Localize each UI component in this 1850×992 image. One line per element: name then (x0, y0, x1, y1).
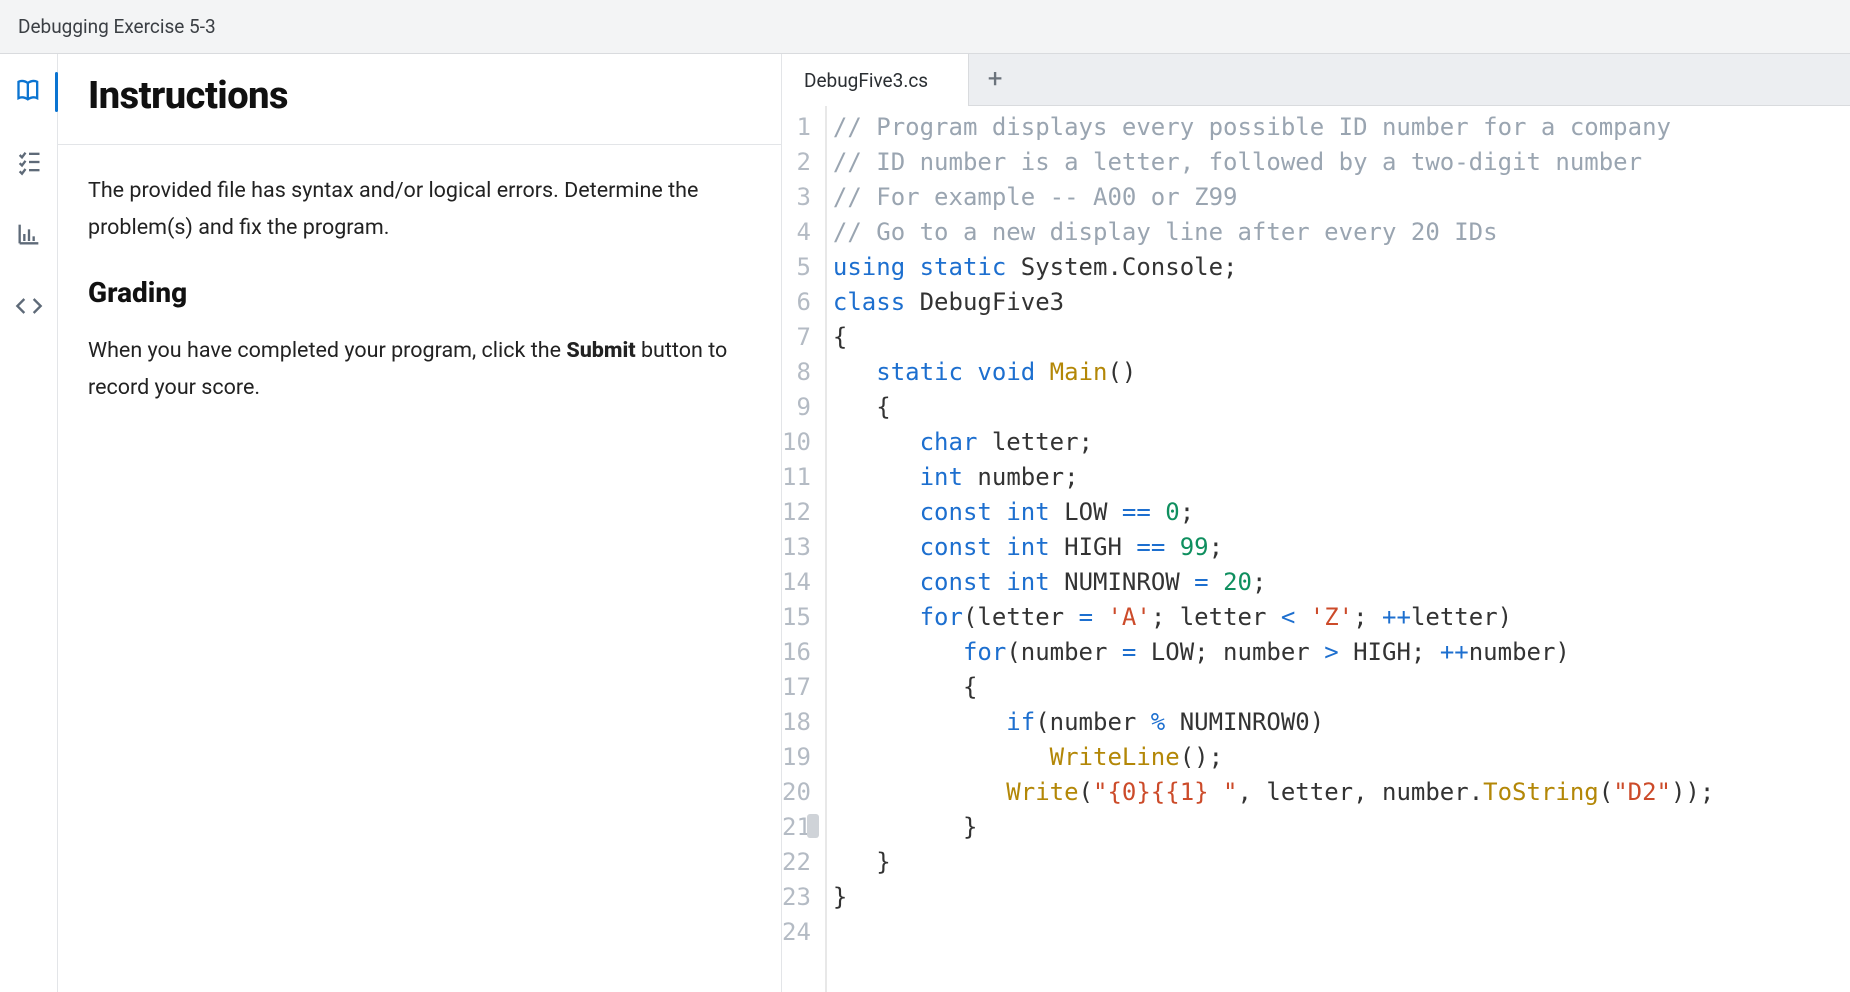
line-number: 7 (782, 320, 815, 355)
rail-chart[interactable] (0, 214, 58, 258)
editor-tabstrip: DebugFive3.cs + (782, 54, 1850, 106)
line-number: 15 (782, 600, 815, 635)
code-line[interactable]: } (833, 810, 1714, 845)
editor-panel: DebugFive3.cs + 123456789101112131415161… (782, 54, 1850, 992)
p2-pre: When you have completed your program, cl… (88, 338, 566, 363)
code-line[interactable]: const int LOW == 0; (833, 495, 1714, 530)
code-line[interactable]: // Program displays every possible ID nu… (833, 110, 1714, 145)
code-line[interactable]: if(number % NUMINROW0) (833, 705, 1714, 740)
code-line[interactable]: char letter; (833, 425, 1714, 460)
plus-icon: + (988, 64, 1003, 94)
line-number: 9 (782, 390, 815, 425)
line-number: 18 (782, 705, 815, 740)
line-number: 22 (782, 845, 815, 880)
rail-tasks[interactable] (0, 142, 58, 186)
line-number: 6 (782, 285, 815, 320)
line-number: 11 (782, 460, 815, 495)
line-number: 17 (782, 670, 815, 705)
code-line[interactable]: // Go to a new display line after every … (833, 215, 1714, 250)
code-line[interactable]: int number; (833, 460, 1714, 495)
line-number: 10 (782, 425, 815, 460)
line-number: 24 (782, 915, 815, 950)
line-number: 8 (782, 355, 815, 390)
instructions-p1: The provided file has syntax and/or logi… (88, 173, 751, 246)
code-line[interactable]: // ID number is a letter, followed by a … (833, 145, 1714, 180)
instructions-p2: When you have completed your program, cl… (88, 333, 751, 406)
line-number: 12 (782, 495, 815, 530)
editor-tab[interactable]: DebugFive3.cs (782, 54, 969, 106)
code-icon (15, 292, 43, 324)
line-number: 20 (782, 775, 815, 810)
left-rail (0, 54, 58, 992)
line-gutter: 123456789101112131415161718192021222324 (782, 106, 825, 992)
code-line[interactable]: for(number = LOW; number > HIGH; ++numbe… (833, 635, 1714, 670)
page-title: Debugging Exercise 5-3 (18, 15, 216, 38)
instructions-panel: Instructions The provided file has synta… (58, 54, 782, 992)
chart-icon (15, 220, 43, 252)
line-number: 16 (782, 635, 815, 670)
line-number: 19 (782, 740, 815, 775)
code-line[interactable]: for(letter = 'A'; letter < 'Z'; ++letter… (833, 600, 1714, 635)
code-line[interactable]: { (833, 320, 1714, 355)
code-content[interactable]: // Program displays every possible ID nu… (827, 106, 1714, 992)
code-line[interactable] (833, 915, 1714, 950)
code-line[interactable]: // For example -- A00 or Z99 (833, 180, 1714, 215)
line-number: 13 (782, 530, 815, 565)
line-number: 14 (782, 565, 815, 600)
line-number: 5 (782, 250, 815, 285)
code-line[interactable]: class DebugFive3 (833, 285, 1714, 320)
code-line[interactable]: Write("{0}{{1} ", letter, number.ToStrin… (833, 775, 1714, 810)
line-number: 4 (782, 215, 815, 250)
code-line[interactable]: const int NUMINROW = 20; (833, 565, 1714, 600)
book-icon (15, 76, 43, 108)
line-number: 1 (782, 110, 815, 145)
fold-marker-icon[interactable] (807, 814, 819, 838)
instructions-title: Instructions (88, 74, 751, 118)
editor-tab-label: DebugFive3.cs (804, 69, 928, 92)
line-number: 23 (782, 880, 815, 915)
grading-heading: Grading (88, 276, 751, 309)
line-number: 3 (782, 180, 815, 215)
code-editor[interactable]: 123456789101112131415161718192021222324 … (782, 106, 1850, 992)
instructions-body: The provided file has syntax and/or logi… (58, 145, 781, 462)
tasks-icon (15, 148, 43, 180)
code-line[interactable]: const int HIGH == 99; (833, 530, 1714, 565)
app-header: Debugging Exercise 5-3 (0, 0, 1850, 54)
p2-bold: Submit (566, 338, 635, 363)
main-body: Instructions The provided file has synta… (0, 54, 1850, 992)
code-line[interactable]: { (833, 670, 1714, 705)
code-line[interactable]: static void Main() (833, 355, 1714, 390)
line-number: 2 (782, 145, 815, 180)
code-line[interactable]: } (833, 880, 1714, 915)
add-tab-button[interactable]: + (969, 53, 1021, 105)
rail-code[interactable] (0, 286, 58, 330)
code-line[interactable]: } (833, 845, 1714, 880)
code-line[interactable]: WriteLine(); (833, 740, 1714, 775)
code-line[interactable]: { (833, 390, 1714, 425)
code-line[interactable]: using static System.Console; (833, 250, 1714, 285)
instructions-header: Instructions (58, 54, 781, 145)
rail-instructions[interactable] (0, 70, 58, 114)
